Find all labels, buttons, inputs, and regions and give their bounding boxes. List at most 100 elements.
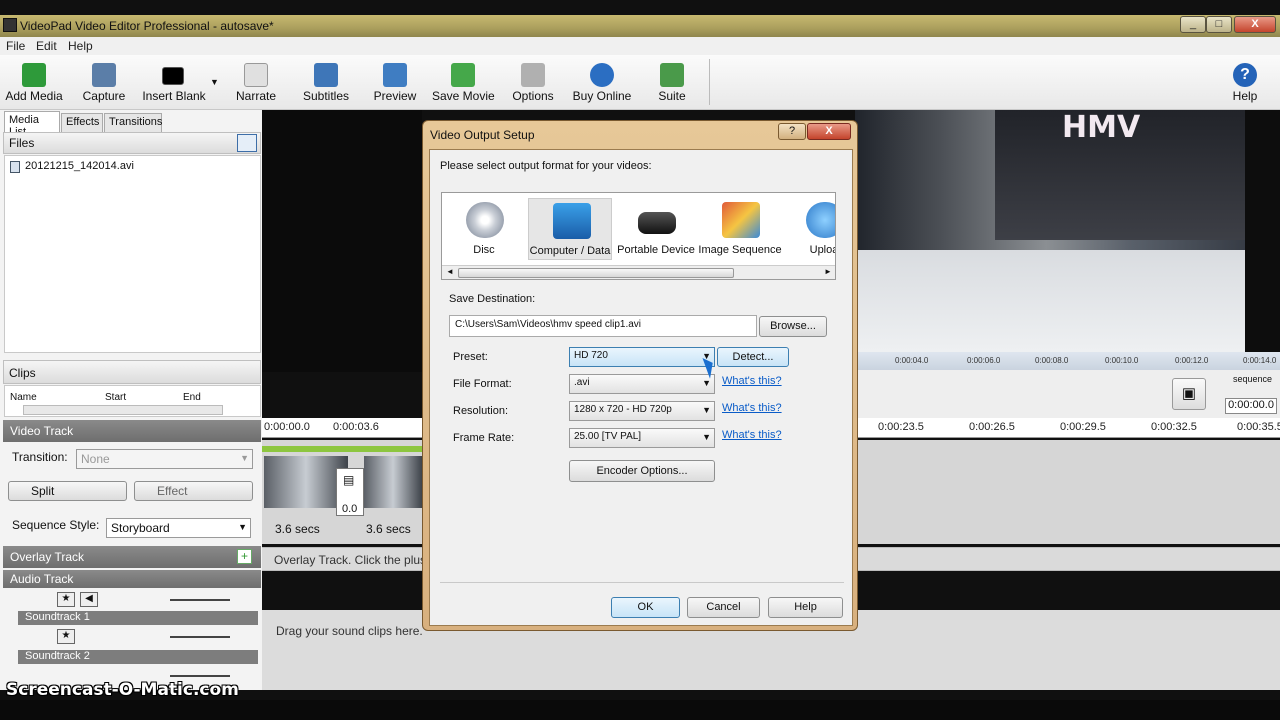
suite-button[interactable]: Suite	[650, 57, 694, 107]
tab-media-list[interactable]: Media List	[4, 111, 60, 138]
psp-icon	[638, 212, 676, 234]
clips-col-name[interactable]: Name	[10, 392, 37, 403]
scroll-right-icon[interactable]: ►	[824, 267, 832, 276]
preview-controls: sequence ▣ 0:00:00.0	[855, 370, 1280, 420]
clips-scrollbar[interactable]	[23, 405, 223, 415]
narrate-button[interactable]: Narrate	[230, 57, 282, 107]
tab-transitions[interactable]: Transitions	[104, 113, 162, 132]
preset-label: Preset:	[453, 351, 488, 363]
effect-button[interactable]: Effect	[134, 481, 253, 501]
maximize-button[interactable]: □	[1206, 16, 1232, 33]
save-destination-input[interactable]: C:\Users\Sam\Videos\hmv speed clip1.avi	[449, 315, 757, 337]
buy-online-button[interactable]: Buy Online	[570, 57, 634, 107]
frame-rate-select[interactable]: 25.00 [TV PAL] ▼	[569, 428, 715, 448]
speaker-icon[interactable]: ◀	[80, 592, 98, 607]
add-media-icon	[22, 63, 46, 87]
close-button[interactable]: X	[1234, 16, 1276, 33]
save-movie-button[interactable]: Save Movie	[432, 57, 495, 107]
chevron-down-icon: ▼	[702, 432, 711, 442]
soundtrack-2-volume-slider[interactable]	[170, 675, 230, 677]
encoder-options-button[interactable]: Encoder Options...	[569, 460, 715, 482]
snapshot-camera-icon[interactable]: ▣	[1172, 378, 1206, 410]
help-button[interactable]: ? Help	[1226, 57, 1264, 107]
detect-button[interactable]: Detect...	[717, 347, 789, 367]
overlay-hint: Overlay Track. Click the plus	[274, 553, 427, 567]
toolbar-divider	[709, 59, 710, 105]
format-scrollbar[interactable]: ◄ ►	[442, 265, 835, 279]
clips-list: Name Start End	[4, 385, 261, 417]
preview-time-display: 0:00:00.0	[1225, 398, 1277, 414]
add-folder-icon[interactable]	[237, 134, 257, 152]
dialog-close-button[interactable]: X	[807, 123, 851, 140]
sequence-tab[interactable]: sequence	[1233, 374, 1272, 384]
preset-select[interactable]: HD 720 ▼	[569, 347, 715, 367]
clips-col-end[interactable]: End	[183, 392, 201, 403]
minimize-button[interactable]: _	[1180, 16, 1206, 33]
format-upload[interactable]: Uploa	[782, 198, 835, 260]
frame-rate-whats-this-link[interactable]: What's this?	[722, 429, 782, 441]
video-track-header: Video Track	[3, 420, 261, 442]
clips-col-start[interactable]: Start	[105, 392, 126, 403]
dialog-help-bottom-button[interactable]: Help	[768, 597, 843, 618]
preview-button[interactable]: Preview	[370, 57, 420, 107]
star-icon[interactable]: ★	[57, 629, 75, 644]
transition-icon: ▤	[343, 473, 355, 487]
tab-effects[interactable]: Effects	[61, 113, 103, 132]
dialog-help-button[interactable]: ?	[778, 123, 806, 140]
cancel-button[interactable]: Cancel	[687, 597, 760, 618]
subtitles-button[interactable]: Subtitles	[300, 57, 352, 107]
menu-help[interactable]: Help	[68, 39, 93, 53]
audio-hint: Drag your sound clips here.	[276, 624, 423, 638]
bottom-bar	[0, 700, 1280, 720]
transition-box[interactable]: ▤ 0.0	[336, 468, 364, 516]
save-destination-label: Save Destination:	[449, 293, 536, 305]
image-sequence-icon	[722, 202, 760, 238]
chevron-down-icon: ▼	[702, 378, 711, 388]
file-item[interactable]: 20121215_142014.avi	[25, 160, 134, 172]
options-icon	[521, 63, 545, 87]
format-disc[interactable]: Disc	[442, 198, 526, 260]
capture-button[interactable]: Capture	[76, 57, 132, 107]
audio-volume-slider[interactable]	[170, 599, 230, 601]
soundtrack-1-volume-slider[interactable]	[170, 636, 230, 638]
title-bar: VideoPad Video Editor Professional - aut…	[0, 15, 1280, 37]
video-clip-2[interactable]	[364, 456, 422, 508]
split-button[interactable]: Split	[8, 481, 127, 501]
menu-edit[interactable]: Edit	[36, 39, 57, 53]
ruler-tick: 0:00:10.0	[1105, 356, 1139, 365]
resolution-select[interactable]: 1280 x 720 - HD 720p ▼	[569, 401, 715, 421]
timeline-tick: 0:00:29.5	[1060, 421, 1106, 433]
video-output-setup-dialog: Video Output Setup ? X Please select out…	[422, 120, 858, 631]
transition-select[interactable]: None ▼	[76, 449, 253, 469]
files-header: Files	[3, 132, 261, 154]
ok-button[interactable]: OK	[611, 597, 680, 618]
preview-ruler[interactable]: 0:00:04.0 0:00:06.0 0:00:08.0 0:00:10.0 …	[855, 352, 1280, 370]
format-image-sequence[interactable]: Image Sequence	[698, 198, 782, 260]
clip-preview-pane	[262, 110, 422, 372]
star-icon[interactable]: ★	[57, 592, 75, 607]
format-computer-data[interactable]: Computer / Data	[528, 198, 612, 260]
insert-blank-button[interactable]: Insert Blank	[140, 57, 208, 107]
dialog-body: Please select output format for your vid…	[429, 149, 853, 626]
format-scroll-thumb[interactable]	[458, 268, 734, 278]
soundtrack-1-header: Soundtrack 1	[18, 611, 258, 625]
insert-blank-dropdown-arrow[interactable]: ▼	[210, 77, 219, 87]
options-button[interactable]: Options	[508, 57, 558, 107]
resolution-whats-this-link[interactable]: What's this?	[722, 402, 782, 414]
sequence-style-select[interactable]: Storyboard ▼	[106, 518, 251, 538]
file-format-whats-this-link[interactable]: What's this?	[722, 375, 782, 387]
file-format-select[interactable]: .avi ▼	[569, 374, 715, 394]
suite-icon	[660, 63, 684, 87]
files-list: 20121215_142014.avi	[4, 155, 261, 353]
video-floor	[855, 250, 1280, 352]
soundtrack-2-header: Soundtrack 2	[18, 650, 258, 664]
transition-duration: 0.0	[342, 503, 358, 515]
scroll-left-icon[interactable]: ◄	[446, 267, 454, 276]
toolbar: Add Media Capture Insert Blank ▼ Narrate…	[0, 55, 1280, 110]
add-overlay-icon[interactable]: +	[237, 549, 252, 564]
add-media-button[interactable]: Add Media	[4, 57, 64, 107]
browse-button[interactable]: Browse...	[759, 316, 827, 337]
menu-file[interactable]: File	[6, 39, 25, 53]
app-icon	[3, 18, 17, 32]
format-portable-device[interactable]: Portable Device	[614, 198, 698, 260]
